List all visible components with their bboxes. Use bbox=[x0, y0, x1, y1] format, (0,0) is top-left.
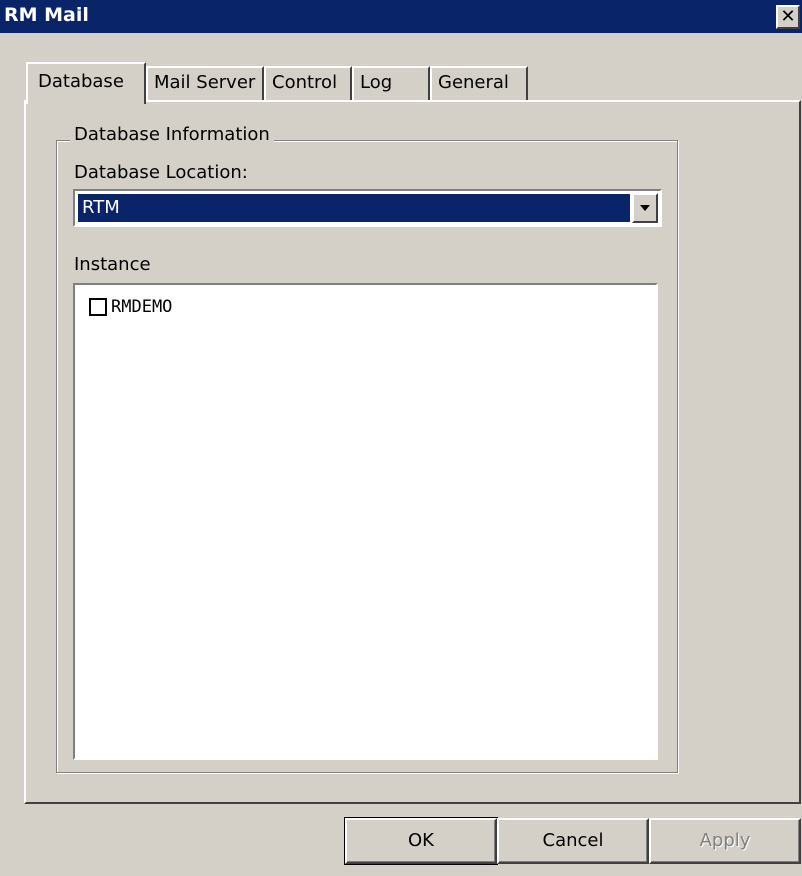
tab-label: Control bbox=[272, 72, 338, 93]
close-icon[interactable]: ✕ bbox=[776, 5, 800, 29]
tab-log[interactable]: Log bbox=[352, 66, 430, 100]
instance-list[interactable]: RMDEMO bbox=[73, 283, 658, 760]
cancel-button-label: Cancel bbox=[542, 830, 604, 851]
tab-mail-server[interactable]: Mail Server bbox=[146, 66, 264, 100]
instance-name: RMDEMO bbox=[111, 297, 173, 317]
window-title: RM Mail bbox=[4, 4, 89, 26]
apply-button[interactable]: Apply bbox=[649, 818, 801, 864]
tab-general[interactable]: General bbox=[430, 66, 528, 100]
tab-database[interactable]: Database bbox=[26, 62, 146, 104]
tab-label: Log bbox=[360, 72, 393, 93]
ok-button[interactable]: OK bbox=[344, 817, 498, 865]
database-location-select[interactable]: RTM bbox=[73, 189, 662, 227]
database-location-label: Database Location: bbox=[74, 162, 248, 183]
instance-checkbox[interactable] bbox=[89, 298, 107, 316]
tab-control[interactable]: Control bbox=[264, 66, 352, 100]
list-item[interactable]: RMDEMO bbox=[89, 297, 172, 317]
tab-label: Mail Server bbox=[154, 72, 256, 93]
cancel-button[interactable]: Cancel bbox=[497, 818, 649, 864]
database-location-value: RTM bbox=[78, 194, 630, 222]
group-title: Database Information bbox=[70, 124, 274, 146]
tab-label: Database bbox=[38, 71, 124, 92]
apply-button-label: Apply bbox=[699, 830, 751, 851]
ok-button-label: OK bbox=[408, 830, 434, 851]
instance-label: Instance bbox=[74, 254, 151, 275]
chevron-down-icon[interactable] bbox=[632, 193, 658, 223]
tab-label: General bbox=[438, 72, 509, 93]
title-bar: RM Mail ✕ bbox=[0, 0, 802, 33]
